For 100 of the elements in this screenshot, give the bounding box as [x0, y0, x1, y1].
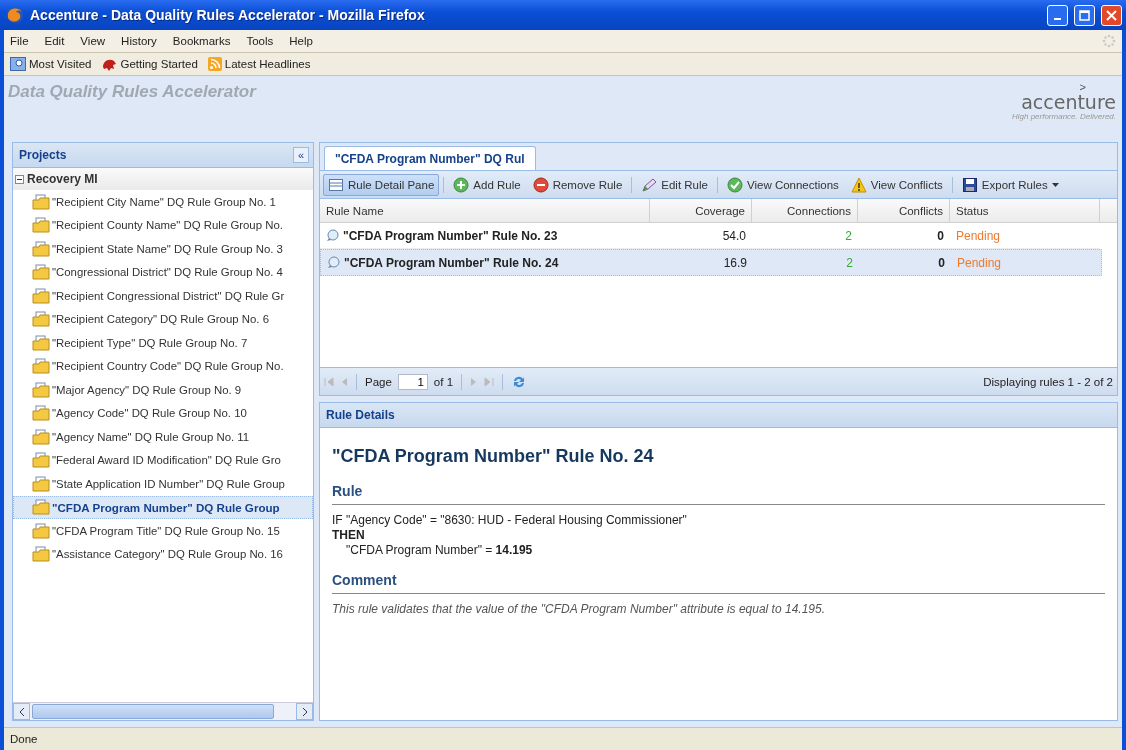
- tree-item[interactable]: "Congressional District" DQ Rule Group No. 4: [13, 260, 313, 284]
- column-header[interactable]: Connections: [752, 199, 858, 222]
- tree-item[interactable]: "CFDA Program Number" DQ Rule Group: [13, 495, 313, 519]
- creature-icon: [101, 57, 118, 71]
- folder-icon: [32, 452, 50, 469]
- tree-item[interactable]: "Assistance Category" DQ Rule Group No. 16: [13, 542, 313, 566]
- scroll-left-icon[interactable]: [13, 703, 30, 720]
- tree-item[interactable]: "Recipient Type" DQ Rule Group No. 7: [13, 331, 313, 355]
- toolbar-button[interactable]: Edit Rule: [636, 173, 713, 196]
- column-header[interactable]: Conflicts: [858, 199, 950, 222]
- bookmark-link[interactable]: Getting Started: [99, 57, 200, 71]
- spinner-icon: [1102, 34, 1116, 48]
- window-title: Accenture - Data Quality Rules Accelerator - Mozilla Firefox: [30, 7, 426, 23]
- status-text: Done: [10, 733, 38, 745]
- close-button[interactable]: [1101, 4, 1122, 26]
- page-field[interactable]: 1: [397, 373, 428, 390]
- caret-icon: [1051, 182, 1059, 187]
- tree-item[interactable]: "Recipient County Name" DQ Rule Group No.: [13, 213, 313, 237]
- menu-item[interactable]: Bookmarks: [172, 35, 231, 47]
- toolbar-button[interactable]: View Connections: [721, 173, 844, 196]
- rule-line: "CFDA Program Number" = 14.195: [345, 543, 534, 558]
- tree-item[interactable]: "Agency Code" DQ Rule Group No. 10: [13, 401, 313, 425]
- table-row[interactable]: "CFDA Program Number" Rule No. 24 16.9 2 0 Pending: [320, 249, 1102, 276]
- section-heading: Rule: [332, 483, 1105, 505]
- rss-icon: [207, 57, 222, 71]
- toolbar-button[interactable]: View Conflicts: [845, 173, 948, 196]
- folder-icon: [32, 334, 50, 351]
- tree-item[interactable]: "State Application ID Number" DQ Rule Group: [13, 472, 313, 496]
- grid-pane-icon: [329, 178, 343, 191]
- table-cell: "CFDA Program Number" Rule No. 23: [320, 223, 650, 248]
- column-header[interactable]: Status: [950, 199, 1100, 222]
- remove-icon: [533, 177, 549, 192]
- tree-item[interactable]: "CFDA Program Title" DQ Rule Group No. 15: [13, 519, 313, 543]
- tree-item[interactable]: "Agency Name" DQ Rule Group No. 11: [13, 425, 313, 449]
- menu-item[interactable]: History: [121, 35, 157, 47]
- folder-icon: [32, 311, 50, 328]
- maximize-button[interactable]: [1074, 4, 1095, 26]
- rule-line: THEN: [332, 528, 366, 543]
- folder-icon: [32, 522, 50, 539]
- tree-item[interactable]: "Recipient City Name" DQ Rule Group No. 1: [13, 190, 313, 214]
- folder-icon: [32, 358, 50, 375]
- minimize-icon: [1054, 18, 1061, 20]
- warning-icon: [851, 177, 867, 192]
- bookmark-link[interactable]: Latest Headlines: [205, 57, 313, 71]
- page-count: of 1: [433, 375, 454, 388]
- check-icon: [727, 177, 743, 192]
- tree-node[interactable]: Recovery MI: [13, 168, 313, 190]
- folder-icon: [32, 240, 50, 257]
- scrollbar-thumb[interactable]: [32, 704, 274, 719]
- bookmark-link[interactable]: Most Visited: [8, 57, 94, 71]
- logo-wordmark: accenture: [1021, 93, 1116, 112]
- rule-line: IF "Agency Code" = "8630: HUD - Federal Housing Commissioner": [332, 513, 688, 528]
- menu-item[interactable]: Help: [289, 35, 313, 47]
- column-header[interactable]: Coverage: [650, 199, 752, 222]
- menu-item[interactable]: View: [80, 35, 106, 47]
- table-cell-text: 0: [937, 254, 946, 272]
- rule-title: "CFDA Program Number" Rule No. 24: [332, 446, 655, 467]
- minimize-button[interactable]: [1047, 4, 1068, 26]
- tab[interactable]: "CFDA Program Number" DQ Rul: [324, 146, 536, 170]
- save-icon: [962, 177, 977, 192]
- panel-title: Projects: [19, 148, 67, 162]
- folder-icon: [32, 405, 50, 422]
- toolbar-button[interactable]: Export Rules: [956, 173, 1064, 196]
- comment-text: This rule validates that the value of the "CFDA Program Number" attribute is equal to 14.195.: [332, 602, 826, 616]
- folder-icon: [32, 546, 50, 563]
- tree-item[interactable]: "Recipient Category" DQ Rule Group No. 6: [13, 307, 313, 331]
- browser-logo-icon: [6, 6, 24, 24]
- logo-mark: >: [1079, 82, 1086, 93]
- toolbar-button[interactable]: Remove Rule: [527, 173, 628, 196]
- table-cell-text: 16.9: [722, 254, 748, 272]
- menu-item[interactable]: Edit: [44, 35, 65, 47]
- maximize-icon: [1079, 9, 1090, 21]
- table-cell-text: Pending: [955, 227, 1002, 245]
- page-label: Page: [365, 375, 392, 388]
- toolbar-button[interactable]: Add Rule: [448, 173, 526, 196]
- bookmark-folder-icon: [10, 57, 26, 71]
- column-header[interactable]: Rule Name: [320, 199, 650, 222]
- table-cell-text: 2: [845, 254, 854, 272]
- paging-summary: Displaying rules 1 - 2 of 2: [983, 375, 1113, 388]
- tree-item[interactable]: "Recipient Congressional District" DQ Rule Gr: [13, 284, 313, 308]
- add-icon: [453, 177, 469, 192]
- tree-item[interactable]: "Recipient State Name" DQ Rule Group No. 3: [13, 237, 313, 261]
- table-cell-text: Pending: [956, 254, 1003, 272]
- folder-icon: [32, 287, 50, 304]
- toolbar-button[interactable]: Rule Detail Pane: [323, 173, 440, 196]
- collapse-icon[interactable]: [15, 174, 24, 184]
- folder-icon: [32, 475, 50, 492]
- logo-tagline: High performance. Delivered.: [1011, 113, 1116, 121]
- folder-icon: [32, 193, 50, 210]
- table-cell-text: 54.0: [721, 227, 747, 245]
- tree-item[interactable]: "Recipient Country Code" DQ Rule Group No.: [13, 354, 313, 378]
- collapse-button[interactable]: «: [293, 147, 309, 163]
- scroll-right-icon[interactable]: [296, 703, 313, 720]
- app-title: Data Quality Rules Accelerator: [8, 82, 256, 102]
- menu-item[interactable]: Tools: [246, 35, 274, 47]
- folder-icon: [32, 428, 50, 445]
- menu-item[interactable]: File: [10, 35, 29, 47]
- tree-item[interactable]: "Federal Award ID Modification" DQ Rule Gro: [13, 448, 313, 472]
- folder-icon: [32, 264, 50, 281]
- tree-item[interactable]: "Major Agency" DQ Rule Group No. 9: [13, 378, 313, 402]
